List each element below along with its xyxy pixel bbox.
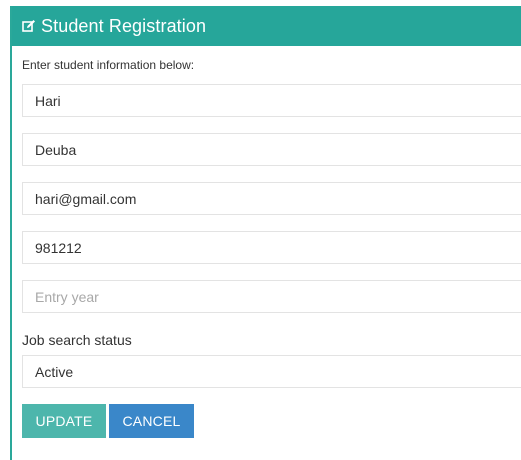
update-button[interactable]: UPDATE <box>22 404 106 438</box>
job-status-value: Active <box>35 363 74 380</box>
page-title: Student Registration <box>41 15 207 36</box>
email-input[interactable] <box>22 182 521 215</box>
panel-left-border <box>10 6 12 460</box>
last-name-input[interactable] <box>22 133 521 166</box>
panel-header: Student Registration <box>12 6 521 46</box>
registration-panel: Student Registration Enter student infor… <box>0 0 521 460</box>
phone-input[interactable] <box>22 231 521 264</box>
cancel-button[interactable]: CANCEL <box>109 404 194 438</box>
job-status-select[interactable]: Active <box>22 355 521 388</box>
job-status-label: Job search status <box>22 332 132 348</box>
entry-year-input[interactable] <box>22 280 521 313</box>
edit-icon <box>22 19 36 33</box>
form-instructions: Enter student information below: <box>22 58 195 72</box>
first-name-input[interactable] <box>22 84 521 117</box>
